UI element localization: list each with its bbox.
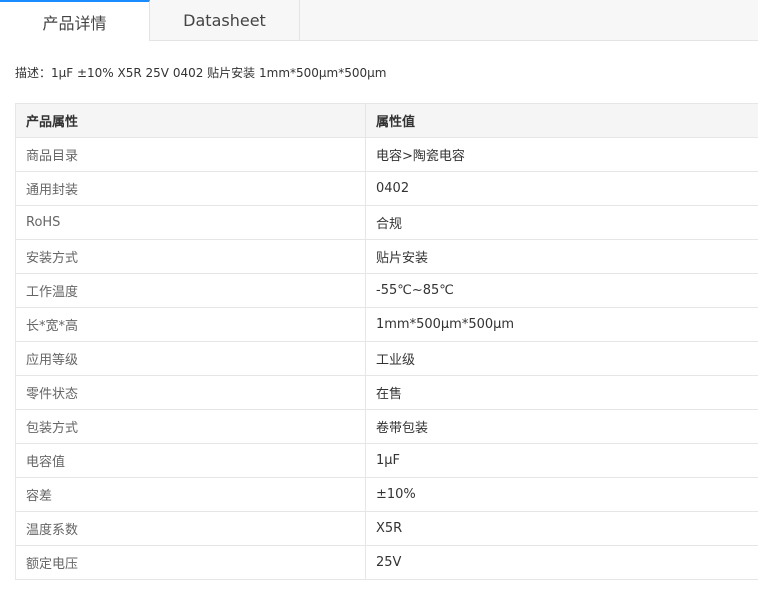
attribute-value: 电容>陶瓷电容 xyxy=(365,137,758,172)
attribute-value: 在售 xyxy=(365,375,758,410)
table-row: 容差 ±10% xyxy=(15,477,758,512)
header-attribute: 产品属性 xyxy=(15,103,366,138)
tab-datasheet[interactable]: Datasheet xyxy=(150,0,300,40)
header-value: 属性值 xyxy=(365,103,758,138)
table-row: 商品目录 电容>陶瓷电容 xyxy=(15,137,758,172)
table-header-row: 产品属性 属性值 xyxy=(15,103,758,138)
attribute-name: 零件状态 xyxy=(15,375,366,410)
attribute-name: 商品目录 xyxy=(15,137,366,172)
table-row: 通用封装 0402 xyxy=(15,171,758,206)
attribute-value: 合规 xyxy=(365,205,758,240)
attribute-value: 1μF xyxy=(365,443,758,478)
table-row: 包装方式 卷带包装 xyxy=(15,409,758,444)
table-row: 额定电压 25V xyxy=(15,545,758,580)
attribute-value: 1mm*500μm*500μm xyxy=(365,307,758,342)
product-description: 描述：1μF ±10% X5R 25V 0402 贴片安装 1mm*500μm*… xyxy=(15,66,387,80)
attribute-value: -55℃~85℃ xyxy=(365,273,758,308)
table-row: 电容值 1μF xyxy=(15,443,758,478)
attribute-name: 电容值 xyxy=(15,443,366,478)
table-row: RoHS 合规 xyxy=(15,205,758,240)
attributes-table: 产品属性 属性值 商品目录 电容>陶瓷电容 通用封装 0402 RoHS 合规 … xyxy=(15,103,758,580)
attribute-name: RoHS xyxy=(15,205,366,240)
attribute-value: X5R xyxy=(365,511,758,546)
attribute-name: 容差 xyxy=(15,477,366,512)
table-row: 长*宽*高 1mm*500μm*500μm xyxy=(15,307,758,342)
attribute-name: 温度系数 xyxy=(15,511,366,546)
attribute-name: 长*宽*高 xyxy=(15,307,366,342)
attribute-name: 安装方式 xyxy=(15,239,366,274)
attribute-name: 通用封装 xyxy=(15,171,366,206)
attribute-name: 应用等级 xyxy=(15,341,366,376)
tab-bar: 产品详情 Datasheet xyxy=(0,0,758,41)
table-row: 安装方式 贴片安装 xyxy=(15,239,758,274)
tab-product-details[interactable]: 产品详情 xyxy=(0,0,150,41)
attribute-value: 0402 xyxy=(365,171,758,206)
table-row: 应用等级 工业级 xyxy=(15,341,758,376)
attribute-value: 贴片安装 xyxy=(365,239,758,274)
table-row: 零件状态 在售 xyxy=(15,375,758,410)
attribute-name: 额定电压 xyxy=(15,545,366,580)
attribute-name: 包装方式 xyxy=(15,409,366,444)
attribute-value: 工业级 xyxy=(365,341,758,376)
attribute-value: ±10% xyxy=(365,477,758,512)
attribute-value: 25V xyxy=(365,545,758,580)
table-row: 工作温度 -55℃~85℃ xyxy=(15,273,758,308)
attribute-value: 卷带包装 xyxy=(365,409,758,444)
table-row: 温度系数 X5R xyxy=(15,511,758,546)
attribute-name: 工作温度 xyxy=(15,273,366,308)
